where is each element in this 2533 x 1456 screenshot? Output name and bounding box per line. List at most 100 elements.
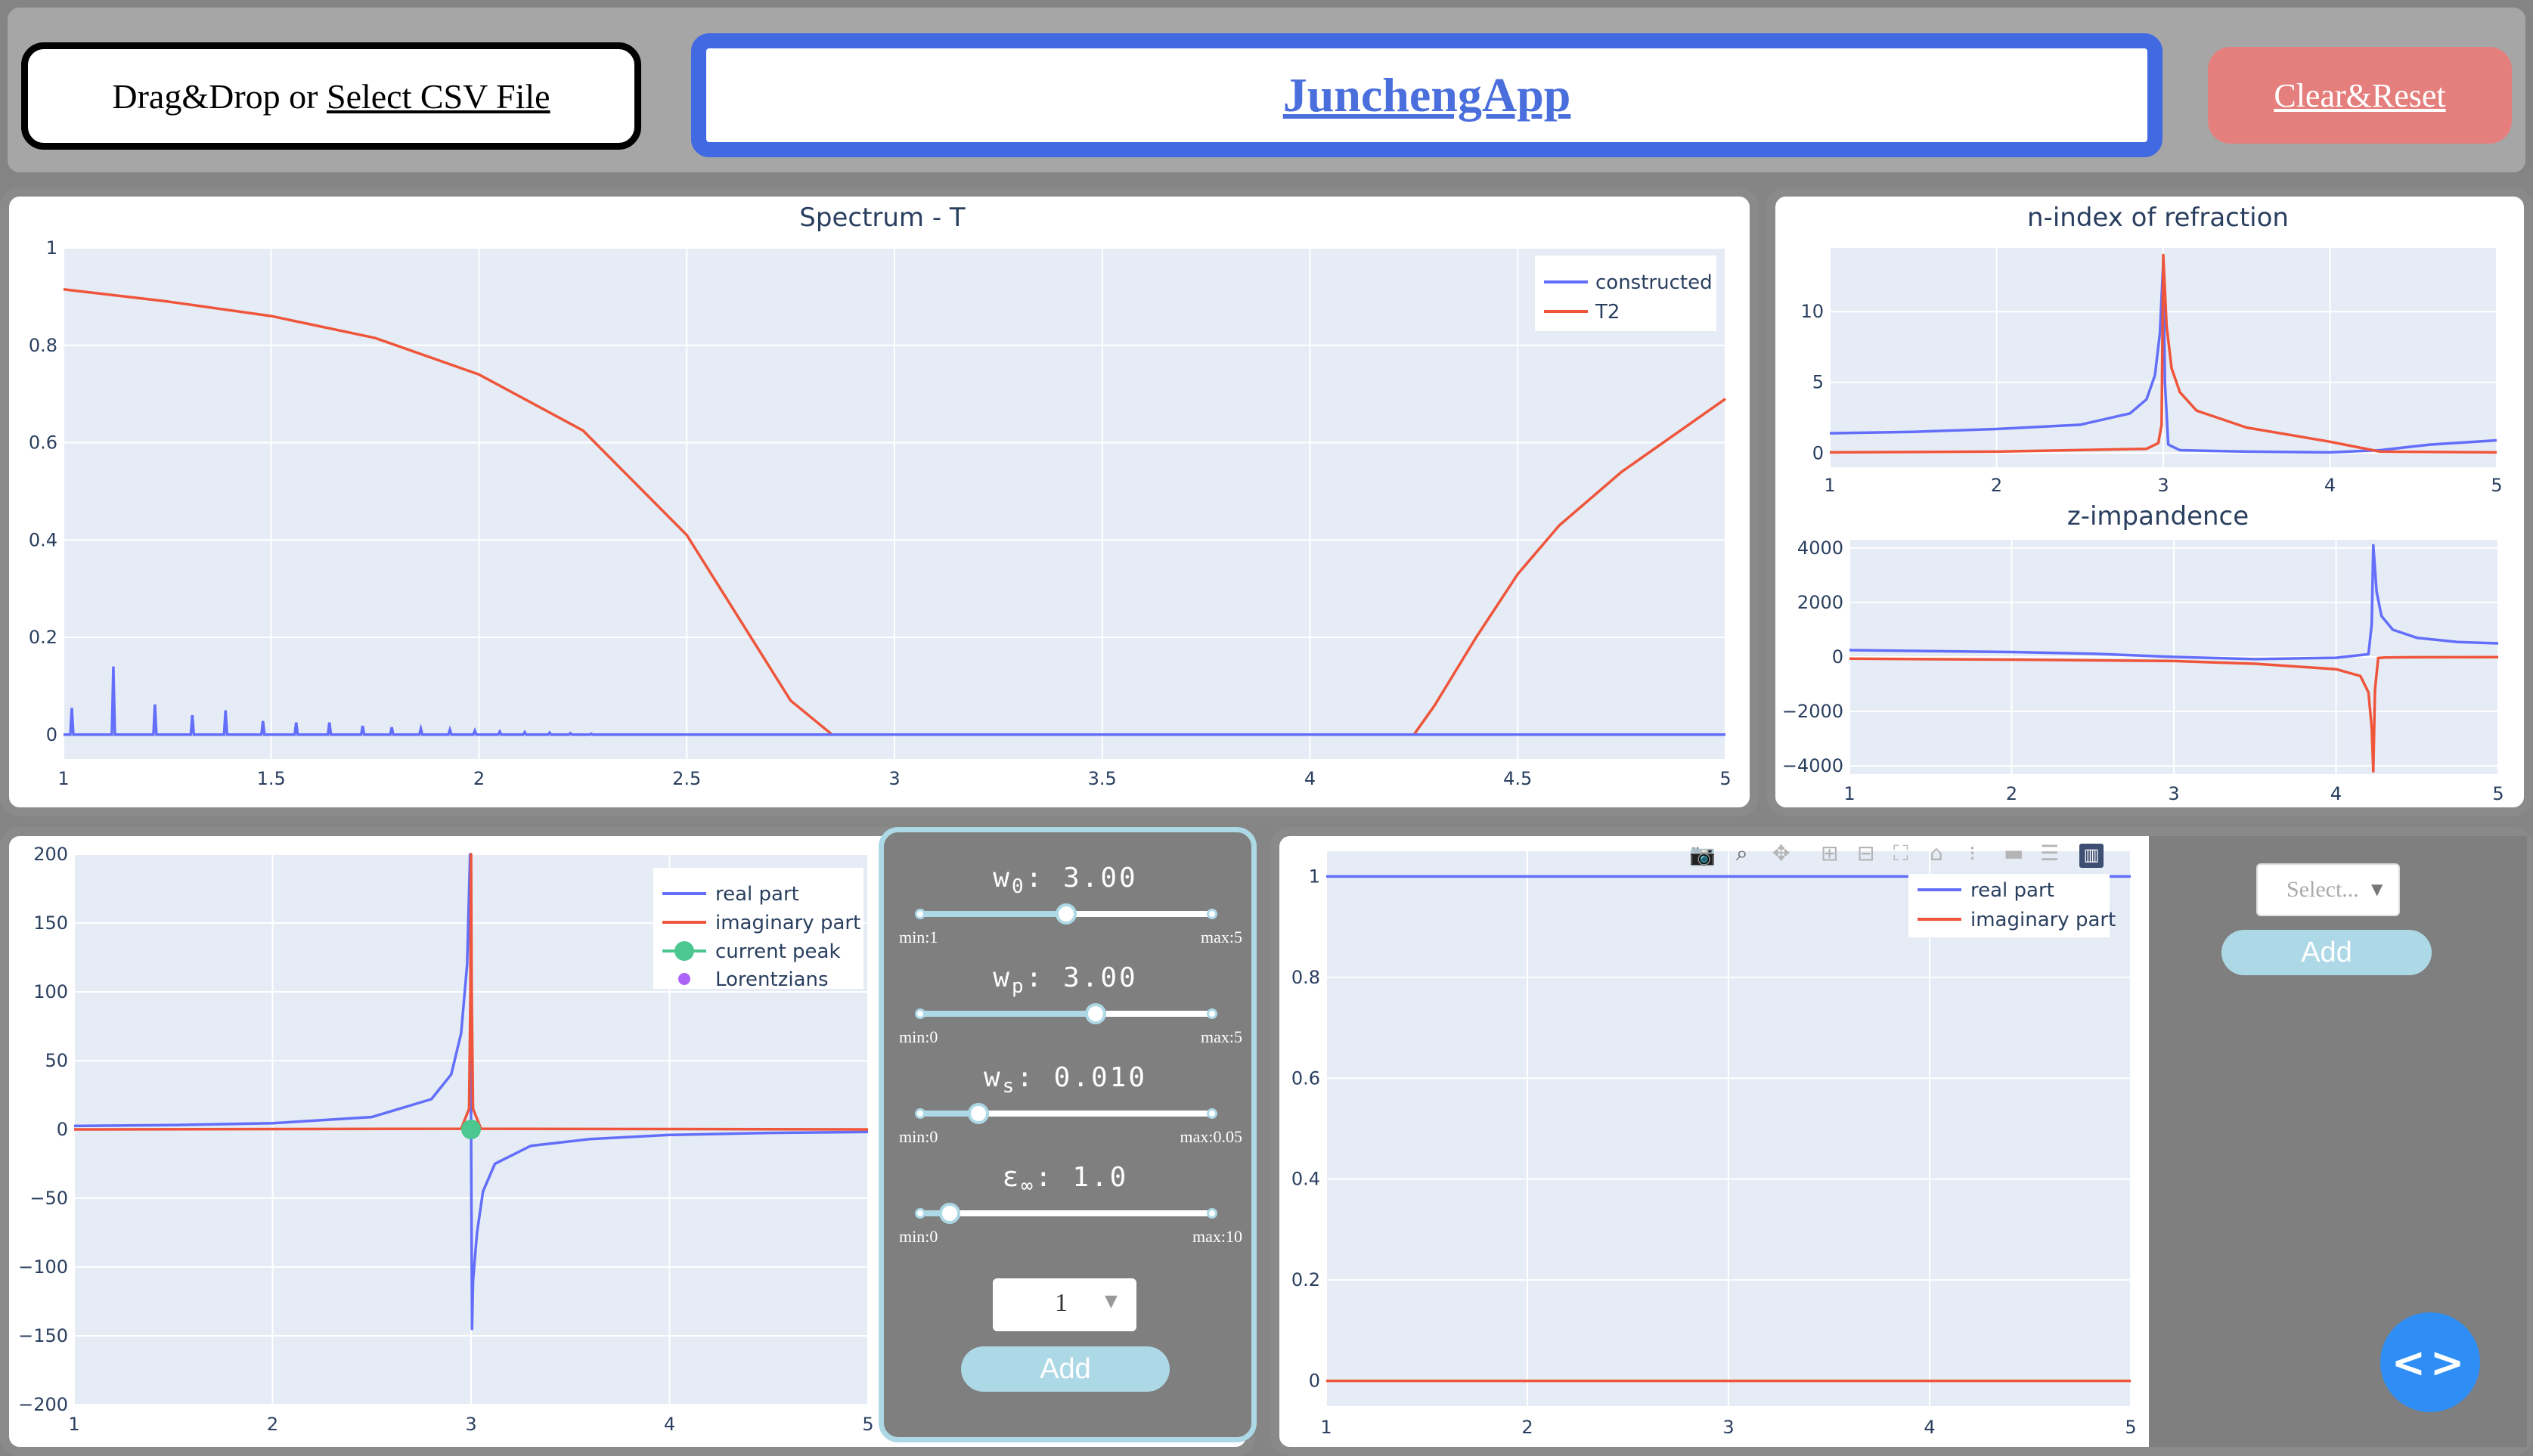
slider-title-0: w0: 3.00 [899, 863, 1232, 898]
slider-value: : 1.0 [1034, 1162, 1129, 1193]
spectrum-chart: Spectrum - T 1 1.5 2 2.5 3 3.5 4 4.5 5 0 0.2 0.4 0.6… [29, 203, 1732, 789]
slider-max-label: max:0.05 [1180, 1127, 1243, 1146]
slider-symbol: ε [1002, 1162, 1022, 1193]
slider-handle[interactable] [938, 1203, 960, 1224]
slider-title-1: wp: 3.00 [899, 962, 1232, 998]
legend-constructed[interactable]: constructed [1595, 271, 1713, 294]
code-toggle-button[interactable]: <> [2380, 1312, 2480, 1412]
legend-imaginary-part[interactable]: imaginary part [715, 912, 860, 934]
add-peak-button[interactable]: Add [961, 1346, 1170, 1392]
y-tick-label: 0.6 [1291, 1067, 1320, 1089]
plotly-logo-icon[interactable]: ▥ [2079, 844, 2104, 868]
y-tick-label: 0.8 [1291, 967, 1320, 988]
x-tick-label: 4 [2324, 475, 2336, 496]
legend-current-peak[interactable]: current peak [715, 940, 841, 963]
y-tick-label: 2000 [1797, 592, 1843, 613]
x-tick-label: 1 [1320, 1417, 1332, 1438]
current-peak-marker[interactable] [461, 1120, 481, 1139]
spectrum-legend: constructed T2 [1535, 256, 1716, 331]
app-title[interactable]: JunchengApp [1283, 67, 1571, 123]
y-tick-label: 100 [33, 981, 68, 1002]
slider-max-label: max:10 [1192, 1227, 1242, 1246]
y-tick-label: 150 [33, 912, 68, 934]
x-tick-label: 5 [2491, 475, 2502, 496]
slider-max-label: max:5 [1201, 928, 1242, 946]
model-select-placeholder: Select... [2287, 877, 2359, 902]
slider-title-3: ε∞: 1.0 [899, 1162, 1232, 1197]
reset-axes-icon[interactable]: ⌂ [1930, 841, 1943, 866]
zoom-icon[interactable]: ⌕ [1736, 841, 1748, 866]
autoscale-icon[interactable]: ⛶ [1893, 841, 1908, 866]
y-tick-label: 0.2 [29, 627, 57, 648]
slider-subscript: p [1011, 975, 1026, 999]
lorentz-panel: 1 2 3 4 5 200 150 100 50 0 −50 −100 −150 −200 real pa… [0, 827, 1257, 1456]
slider-track[interactable] [920, 1210, 1212, 1216]
legend-result-real[interactable]: real part [1970, 879, 2054, 902]
n-index-title: n-index of refraction [2027, 203, 2289, 233]
x-tick-label: 2 [1991, 475, 2002, 496]
slider-value: : 0.010 [1016, 1062, 1148, 1093]
zoom-in-icon[interactable]: ⊞ [1821, 841, 1838, 866]
result-chart: 1 2 3 4 5 0 0.2 0.4 0.6 0.8 1 real part imaginary … [1291, 851, 2137, 1438]
pan-icon[interactable]: ✥ [1772, 841, 1790, 866]
x-tick-label: 3 [888, 768, 900, 789]
zoom-out-icon[interactable]: ⊟ [1857, 841, 1874, 866]
y-tick-label: −150 [18, 1325, 68, 1346]
select-chevron-icon: ▼ [2371, 880, 2383, 898]
x-tick-label: 3 [2168, 783, 2179, 804]
x-tick-label: 1 [68, 1414, 79, 1435]
legend-lorentzians[interactable]: Lorentzians [715, 968, 829, 991]
clear-reset-button[interactable]: Clear&Reset [2208, 47, 2512, 144]
z-impedance-title: z-impandence [2067, 501, 2249, 531]
x-tick-label: 5 [862, 1414, 873, 1435]
x-tick-label: 1 [1824, 475, 1835, 496]
upload-dropzone[interactable]: Drag&Drop or Select CSV File [21, 42, 641, 150]
y-tick-label: 4000 [1797, 537, 1843, 559]
hover-closest-icon[interactable]: ▬ [2004, 841, 2023, 866]
lorentz-legend: real part imaginary part current peak Lo… [653, 868, 863, 991]
legend-real-part[interactable]: real part [715, 883, 799, 906]
slider-end-dot [915, 1108, 925, 1119]
x-tick-label: 2 [473, 768, 485, 789]
select-csv-link[interactable]: Select CSV File [327, 77, 550, 116]
legend-result-imaginary[interactable]: imaginary part [1970, 909, 2116, 931]
clear-reset-label: Clear&Reset [2274, 76, 2446, 114]
spectrum-title: Spectrum - T [799, 203, 966, 233]
x-tick-label: 4 [1304, 768, 1316, 789]
x-tick-label: 4 [1924, 1417, 1935, 1438]
slider-end-dot [1207, 1208, 1217, 1219]
lorentz-chart: 1 2 3 4 5 200 150 100 50 0 −50 −100 −150 −200 real pa… [18, 844, 874, 1435]
slider-end-dot [915, 1208, 925, 1219]
y-tick-label: 0 [1812, 442, 1824, 463]
camera-icon[interactable]: 📷 [1689, 842, 1716, 867]
slider-handle[interactable] [1056, 903, 1077, 925]
n-index-chart: n-index of refraction 1 2 3 4 5 0 5 10 [1800, 203, 2502, 496]
slider-fill [920, 1011, 1096, 1017]
nz-panel: n-index of refraction 1 2 3 4 5 0 5 10 z-impand… [1766, 187, 2533, 816]
x-tick-label: 2.5 [672, 768, 701, 789]
y-tick-label: 1 [1309, 866, 1320, 887]
y-tick-label: 5 [1812, 372, 1824, 393]
hover-compare-icon[interactable]: ☰ [2040, 841, 2059, 866]
x-tick-label: 1 [1843, 783, 1855, 804]
y-tick-label: 0.6 [29, 432, 57, 454]
model-select[interactable]: Select... ▼ [2256, 863, 2400, 916]
slider-handle[interactable] [968, 1103, 990, 1124]
slider-subscript: s [1002, 1075, 1017, 1098]
slider-symbol: w [993, 863, 1012, 894]
header-panel: Drag&Drop or Select CSV File JunchengApp… [0, 0, 2533, 180]
y-tick-label: 0.8 [29, 335, 57, 356]
spike-lines-icon[interactable]: ⁝ [1969, 841, 1976, 866]
x-tick-label: 2 [2006, 783, 2017, 804]
peak-index-dropdown[interactable]: 1 ▼ [993, 1278, 1136, 1331]
code-icon: <> [2391, 1338, 2469, 1386]
result-legend: real part imaginary part [1908, 874, 2116, 937]
slider-subscript: ∞ [1021, 1175, 1035, 1198]
slider-handle[interactable] [1084, 1003, 1106, 1024]
y-tick-label: −100 [18, 1256, 68, 1278]
legend-t2[interactable]: T2 [1595, 301, 1620, 324]
peak-controls-panel: w0: 3.00 min:1 max:5 wp: 3.00 min:0 max:5 ws: … [879, 827, 1257, 1442]
add-model-button[interactable]: Add [2221, 930, 2432, 975]
slider-symbol: w [993, 962, 1012, 993]
x-tick-label: 5 [1719, 768, 1731, 789]
